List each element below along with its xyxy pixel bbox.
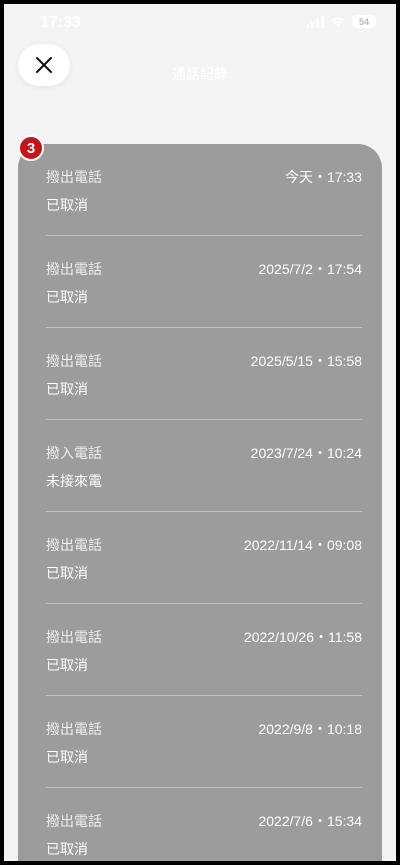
call-log-item[interactable]: 撥入電話 2023/7/24・10:24 未接來電 bbox=[46, 420, 362, 512]
call-datetime: 今天・17:33 bbox=[284, 169, 362, 185]
call-type: 撥出電話 bbox=[46, 354, 102, 370]
call-datetime: 2022/9/8・10:18 bbox=[258, 721, 362, 737]
app-screen: 17:33 54 通話記錄 3 撥出電話 今天・17:33 已取消 撥出電話 2… bbox=[4, 4, 396, 861]
battery-icon: 54 bbox=[352, 15, 376, 28]
call-log-item[interactable]: 撥出電話 2022/9/8・10:18 已取消 bbox=[46, 696, 362, 788]
call-log-item[interactable]: 撥出電話 今天・17:33 已取消 bbox=[46, 144, 362, 236]
call-status: 已取消 bbox=[46, 750, 88, 766]
call-type: 撥出電話 bbox=[46, 170, 102, 186]
close-icon bbox=[36, 57, 52, 73]
call-datetime: 2025/7/2・17:54 bbox=[258, 261, 362, 277]
call-datetime: 2025/5/15・15:58 bbox=[250, 353, 362, 369]
call-datetime: 2022/10/26・11:58 bbox=[243, 629, 362, 645]
call-datetime: 2023/7/24・10:24 bbox=[250, 445, 362, 461]
call-datetime: 2022/7/6・15:34 bbox=[258, 813, 362, 829]
call-status: 已取消 bbox=[46, 842, 88, 858]
call-status: 已取消 bbox=[46, 658, 88, 674]
call-log-item[interactable]: 撥出電話 2022/10/26・11:58 已取消 bbox=[46, 604, 362, 696]
status-icons: 54 bbox=[306, 15, 376, 28]
call-log-item[interactable]: 撥出電話 2025/5/15・15:58 已取消 bbox=[46, 328, 362, 420]
call-type: 撥出電話 bbox=[46, 262, 102, 278]
call-log-item[interactable]: 撥出電話 2022/7/6・15:34 已取消 bbox=[46, 788, 362, 861]
call-datetime: 2022/11/14・09:08 bbox=[243, 537, 362, 553]
call-status: 已取消 bbox=[46, 566, 88, 582]
call-type: 撥出電話 bbox=[46, 722, 102, 738]
call-type: 撥入電話 bbox=[46, 446, 102, 462]
call-count-badge: 3 bbox=[18, 135, 44, 161]
close-button[interactable] bbox=[18, 44, 70, 86]
call-log-item[interactable]: 撥出電話 2025/7/2・17:54 已取消 bbox=[46, 236, 362, 328]
call-status: 已取消 bbox=[46, 198, 88, 214]
call-status: 未接來電 bbox=[46, 474, 102, 490]
call-type: 撥出電話 bbox=[46, 538, 102, 554]
call-status: 已取消 bbox=[46, 290, 88, 306]
cellular-signal-icon bbox=[306, 15, 324, 28]
status-time: 17:33 bbox=[40, 14, 81, 31]
call-type: 撥出電話 bbox=[46, 630, 102, 646]
status-bar: 17:33 54 bbox=[4, 4, 396, 44]
call-type: 撥出電話 bbox=[46, 814, 102, 830]
call-log-list: 撥出電話 今天・17:33 已取消 撥出電話 2025/7/2・17:54 已取… bbox=[18, 144, 382, 861]
call-status: 已取消 bbox=[46, 382, 88, 398]
wifi-icon bbox=[331, 16, 345, 27]
call-log-item[interactable]: 撥出電話 2022/11/14・09:08 已取消 bbox=[46, 512, 362, 604]
